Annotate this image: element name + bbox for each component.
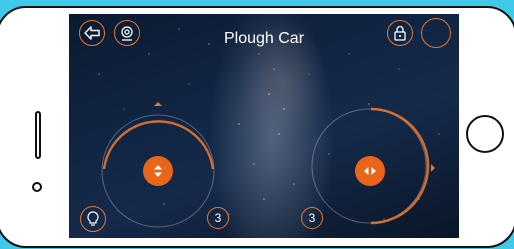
- light-button[interactable]: [80, 206, 106, 232]
- right-joystick-knob[interactable]: [355, 156, 385, 186]
- phone-camera: [32, 182, 42, 192]
- joystick-rings: [101, 102, 435, 228]
- up-down-arrows-icon: [154, 165, 162, 177]
- app-screen: Plough Car 3 3: [69, 14, 459, 238]
- phone-speaker: [35, 111, 41, 159]
- left-speed-indicator[interactable]: 3: [207, 207, 229, 229]
- left-joystick-knob[interactable]: [143, 156, 173, 186]
- left-right-arrows-icon: [364, 167, 376, 175]
- lightbulb-icon: [87, 211, 99, 226]
- right-speed-indicator[interactable]: 3: [301, 207, 323, 229]
- phone-home-button: [466, 115, 504, 153]
